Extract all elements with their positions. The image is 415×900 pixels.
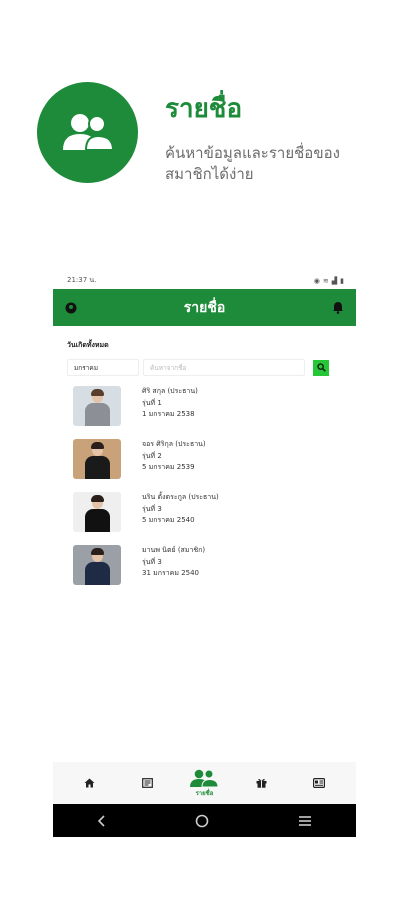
member-birthdate: 31 มกราคม 2540 [142, 569, 200, 577]
member-item[interactable]: ศิริ สกุล (ประธาน) รุ่นที่ 1 1 มกราคม 25… [67, 386, 342, 439]
member-name: ศิริ สกุล (ประธาน) [142, 387, 198, 395]
app-title: รายชื่อ [183, 299, 226, 316]
member-birthdate: 5 มกราคม 2539 [142, 463, 195, 471]
profile-icon[interactable] [65, 302, 77, 314]
status-time: 21:37 น. [67, 276, 97, 284]
eye-icon: ◉ [313, 276, 320, 285]
nav-card[interactable] [299, 778, 339, 788]
id-card-icon [313, 778, 326, 788]
member-photo [73, 492, 121, 532]
search-input[interactable]: ค้นหาจากชื่อ [143, 359, 305, 376]
member-generation: รุ่นที่ 3 [142, 504, 162, 513]
recent-apps-icon[interactable] [298, 815, 312, 827]
member-item[interactable]: นริน ตั้งตระกูล (ประธาน) รุ่นที่ 3 5 มกร… [67, 492, 342, 545]
member-generation: รุ่นที่ 2 [142, 451, 162, 460]
member-photo [73, 545, 121, 585]
member-name: มานพ นิตย์ (สมาชิก) [142, 546, 206, 554]
users-icon [62, 113, 114, 151]
member-birthdate: 1 มกราคม 2538 [142, 410, 195, 418]
back-icon[interactable] [97, 814, 107, 827]
hero-title: รายชื่อ [165, 94, 243, 124]
hero-users-icon [37, 82, 138, 183]
home-circle-icon[interactable] [195, 814, 209, 828]
phone-screen: 21:37 น. ◉ ≋ ▟ ▮ รายชื่อ วันเกิดทั้งหมด … [53, 272, 356, 837]
home-icon [84, 778, 95, 788]
gift-icon [256, 779, 267, 788]
battery-icon: ▮ [340, 276, 344, 285]
search-icon [316, 363, 326, 372]
nav-news[interactable] [127, 778, 167, 788]
wifi-icon: ≋ [322, 276, 329, 285]
member-birthdate: 5 มกราคม 2540 [142, 516, 195, 524]
member-photo [73, 386, 121, 426]
status-bar: 21:37 น. ◉ ≋ ▟ ▮ [53, 272, 356, 289]
nav-home[interactable] [70, 778, 110, 788]
users-icon [190, 769, 219, 787]
bottom-navigation: รายชื่อ [53, 762, 356, 804]
app-bar: รายชื่อ [53, 289, 356, 326]
month-select[interactable]: มกราคม [67, 359, 139, 376]
member-photo [73, 439, 121, 479]
member-item[interactable]: มานพ นิตย์ (สมาชิก) รุ่นที่ 3 31 มกราคม … [67, 545, 342, 598]
system-navigation-bar [53, 804, 356, 837]
hero-subtitle: ค้นหาข้อมูลและรายชื่อของสมาชิกได้ง่าย [165, 144, 340, 183]
member-item[interactable]: จอร ศิริกุล (ประธาน) รุ่นที่ 2 5 มกราคม … [67, 439, 342, 492]
filter-label: วันเกิดทั้งหมด [67, 341, 109, 349]
signal-icon: ▟ [331, 276, 338, 285]
member-name: นริน ตั้งตระกูล (ประธาน) [142, 493, 219, 501]
member-name: จอร ศิริกุล (ประธาน) [142, 440, 206, 448]
member-generation: รุ่นที่ 1 [142, 398, 162, 407]
member-generation: รุ่นที่ 3 [142, 557, 162, 566]
nav-members[interactable]: รายชื่อ [184, 769, 224, 798]
bell-icon[interactable] [332, 301, 344, 314]
nav-members-label: รายชื่อ [195, 789, 214, 797]
newspaper-icon [141, 778, 153, 788]
search-button[interactable] [313, 359, 329, 376]
nav-gift[interactable] [242, 778, 282, 788]
